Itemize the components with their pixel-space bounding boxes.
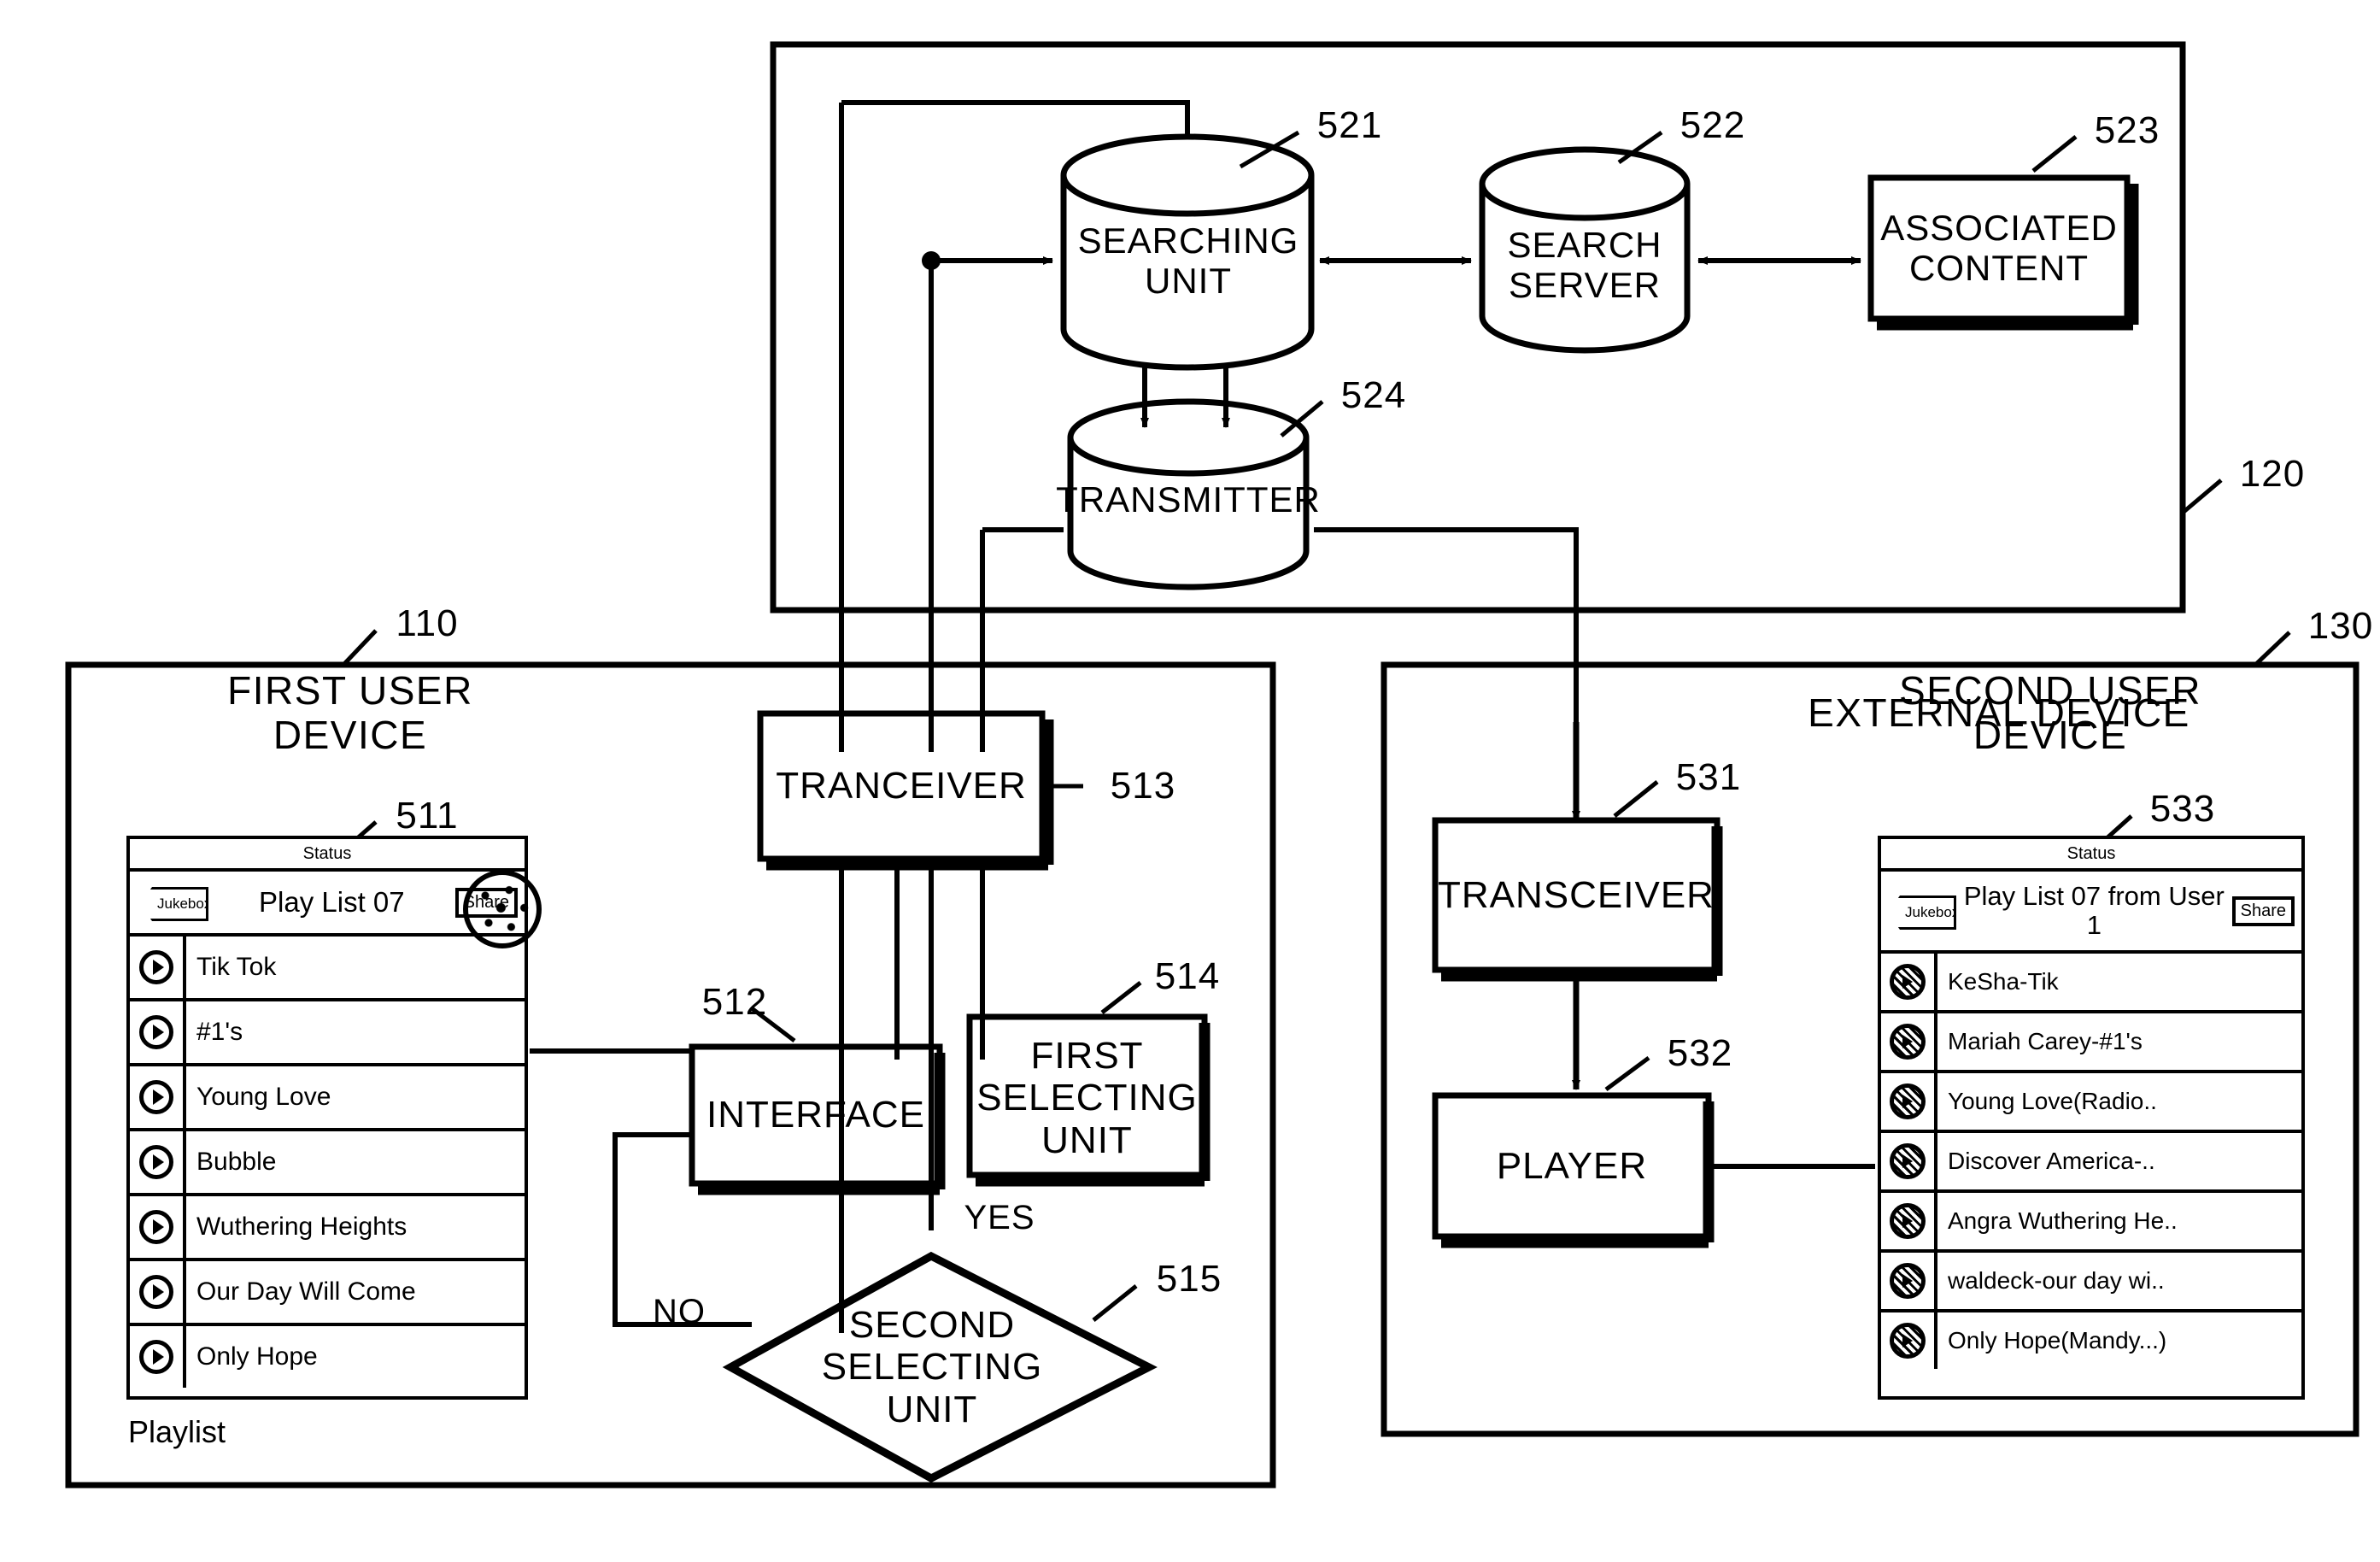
second-device-screen[interactable]: Status Jukebox Play List 07 from User 1 … xyxy=(1878,836,2305,1400)
playlist-title: Play List 07 xyxy=(259,885,405,918)
track-title: Wuthering Heights xyxy=(196,1213,407,1241)
first-selecting-unit-label: FIRST SELECTING UNIT xyxy=(976,1035,1198,1161)
share-button[interactable]: Share xyxy=(2231,896,2295,926)
track-title: Bubble xyxy=(196,1148,277,1176)
track-title: #1's xyxy=(196,1018,243,1046)
edge-label-yes: YES xyxy=(964,1198,1035,1236)
ref-120: 120 xyxy=(2239,453,2306,496)
playlist-title: Play List 07 from User 1 xyxy=(1963,880,2225,940)
track-row[interactable]: #1's xyxy=(130,1001,525,1066)
album-art-icon[interactable] xyxy=(1881,1253,1937,1309)
track-row[interactable]: Only Hope xyxy=(130,1326,525,1388)
ref-110: 110 xyxy=(396,602,459,645)
ref-515: 515 xyxy=(1156,1258,1222,1301)
edge-label-no: NO xyxy=(653,1292,706,1330)
play-icon[interactable] xyxy=(130,1326,186,1388)
touch-tap-indicator-icon xyxy=(463,870,542,948)
junction-dot xyxy=(922,251,941,270)
ref-523: 523 xyxy=(2094,109,2160,152)
album-art-icon[interactable] xyxy=(1881,1312,1937,1369)
search-server-label: SEARCH SERVER xyxy=(1507,224,1662,305)
jukebox-back-button[interactable]: Jukebox xyxy=(135,887,208,921)
status-bar-label: Status xyxy=(130,839,525,872)
ref-130: 130 xyxy=(2307,605,2374,648)
play-icon[interactable] xyxy=(130,1261,186,1323)
patent-figure: FIRST USER DEVICE EXTERNAL DEVICE SECOND… xyxy=(0,0,2380,1562)
play-icon[interactable] xyxy=(130,1001,186,1063)
track-row[interactable]: Wuthering Heights xyxy=(130,1196,525,1261)
searching-unit-label: SEARCHING UNIT xyxy=(1077,220,1299,301)
ref-513: 513 xyxy=(1110,765,1176,807)
leader-120 xyxy=(2181,479,2223,514)
album-art-icon[interactable] xyxy=(1881,954,1937,1010)
track-row[interactable]: Bubble xyxy=(130,1131,525,1196)
track-row[interactable]: waldeck-our day wi.. xyxy=(1881,1253,2301,1312)
track-title: Young Love xyxy=(196,1083,331,1111)
tranceiver-label: TRANCEIVER xyxy=(776,765,1027,807)
leader-514 xyxy=(1100,981,1142,1014)
player-label: PLAYER xyxy=(1496,1145,1648,1188)
second-selecting-unit-label: SECOND SELECTING UNIT xyxy=(821,1304,1043,1430)
play-icon[interactable] xyxy=(130,1196,186,1258)
track-row[interactable]: Angra Wuthering He.. xyxy=(1881,1193,2301,1253)
leader-531 xyxy=(1613,780,1659,818)
leader-532 xyxy=(1604,1055,1650,1092)
track-title: Young Love(Radio.. xyxy=(1948,1088,2157,1114)
track-title: Angra Wuthering He.. xyxy=(1948,1207,2178,1234)
second-transceiver-label: TRANSCEIVER xyxy=(1438,874,1715,917)
play-icon[interactable] xyxy=(130,1131,186,1193)
track-row[interactable]: Discover America-.. xyxy=(1881,1133,2301,1193)
album-art-icon[interactable] xyxy=(1881,1133,1937,1189)
ref-522: 522 xyxy=(1679,104,1746,147)
play-icon[interactable] xyxy=(130,1066,186,1128)
track-title: Only Hope xyxy=(196,1342,318,1371)
track-title: Mariah Carey-#1's xyxy=(1948,1028,2143,1054)
associated-content-label: ASSOCIATED CONTENT xyxy=(1880,207,2118,288)
ref-511: 511 xyxy=(396,795,459,837)
track-row[interactable]: Young Love(Radio.. xyxy=(1881,1073,2301,1133)
track-row[interactable]: Our Day Will Come xyxy=(130,1261,525,1326)
ref-512: 512 xyxy=(701,981,768,1024)
jukebox-back-button[interactable]: Jukebox xyxy=(1883,896,1956,930)
track-title: Discover America-.. xyxy=(1948,1148,2155,1174)
ref-514: 514 xyxy=(1154,955,1221,998)
track-row[interactable]: Mariah Carey-#1's xyxy=(1881,1013,2301,1073)
track-title: Our Day Will Come xyxy=(196,1277,416,1306)
ref-531: 531 xyxy=(1675,756,1742,799)
track-row[interactable]: Tik Tok xyxy=(130,937,525,1001)
leader-110 xyxy=(342,629,378,666)
playlist-caption: Playlist xyxy=(128,1414,226,1449)
interface-label: INTERFACE xyxy=(706,1094,925,1136)
track-title: waldeck-our day wi.. xyxy=(1948,1267,2165,1294)
track-title: KeSha-Tik xyxy=(1948,968,2059,995)
screen-title-bar: Jukebox Play List 07 from User 1 Share xyxy=(1881,872,2301,954)
track-row[interactable]: KeSha-Tik xyxy=(1881,954,2301,1013)
jukebox-back-label: Jukebox xyxy=(140,887,208,921)
album-art-icon[interactable] xyxy=(1881,1073,1937,1130)
jukebox-back-label: Jukebox xyxy=(1888,896,1956,930)
ref-524: 524 xyxy=(1340,374,1407,417)
track-row[interactable]: Young Love xyxy=(130,1066,525,1131)
play-icon[interactable] xyxy=(130,937,186,998)
album-art-icon[interactable] xyxy=(1881,1193,1937,1249)
leader-515 xyxy=(1092,1284,1138,1322)
transmitter-out-right xyxy=(1314,527,1579,722)
album-art-icon[interactable] xyxy=(1881,1013,1937,1070)
leader-130 xyxy=(2254,631,2291,666)
leader-523 xyxy=(2031,135,2078,173)
leader-521 xyxy=(1239,130,1300,169)
track-title: Tik Tok xyxy=(196,953,277,981)
transmitter-label: TRANSMITTER xyxy=(1056,479,1321,520)
track-title: Only Hope(Mandy...) xyxy=(1948,1327,2167,1354)
track-row[interactable]: Only Hope(Mandy...) xyxy=(1881,1312,2301,1369)
bus-line-outer xyxy=(841,100,1190,137)
ref-521: 521 xyxy=(1316,104,1383,147)
first-user-device-label: FIRST USER DEVICE xyxy=(227,668,473,757)
ref-532: 532 xyxy=(1667,1032,1733,1075)
ref-533: 533 xyxy=(2149,788,2216,831)
second-user-device-label: SECOND USER DEVICE xyxy=(1899,668,2201,757)
status-bar-label: Status xyxy=(1881,839,2301,872)
